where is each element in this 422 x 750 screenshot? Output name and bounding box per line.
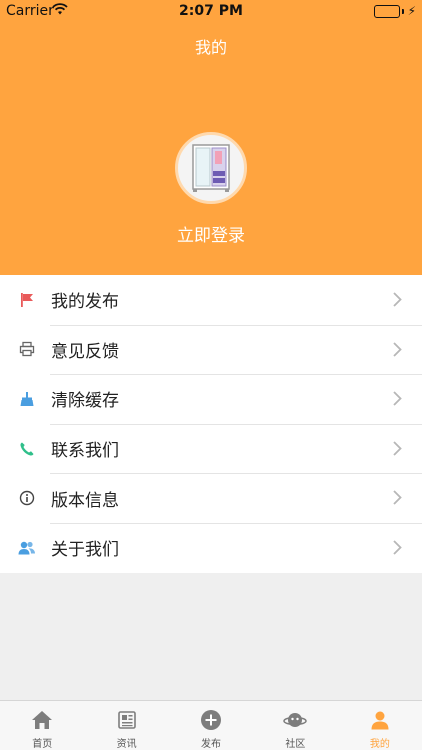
settings-menu: 我的发布 意见反馈 清除缓存 联系我们 版本信息 关于我们 [0,275,422,573]
news-icon [115,709,139,731]
chevron-right-icon [393,341,402,361]
battery-icon: ⚡ [373,4,416,18]
login-button[interactable]: 立即登录 [0,221,422,246]
planet-icon [283,709,308,731]
broom-icon [18,390,36,408]
menu-item-version-info[interactable]: 版本信息 [0,473,422,523]
status-time: 2:07 PM [179,3,243,19]
plus-icon [199,709,223,731]
tab-bar: 首页 资讯 发布 社区 我的 [0,700,422,750]
menu-item-label: 我的发布 [51,292,119,313]
home-icon [30,709,54,731]
page-title: 我的 [194,38,227,57]
person-icon [368,709,392,731]
menu-item-label: 联系我们 [51,441,119,462]
wardrobe-icon [192,144,230,192]
info-icon [18,489,36,507]
tab-community[interactable]: 社区 [253,701,337,750]
tab-mine[interactable]: 我的 [338,701,422,750]
menu-item-label: 意见反馈 [51,341,119,362]
menu-item-label: 版本信息 [51,490,119,511]
tab-label: 首页 [32,739,53,750]
tab-label: 社区 [285,739,306,750]
chevron-right-icon [393,490,402,509]
chevron-right-icon [393,292,402,311]
tab-label: 我的 [369,739,390,750]
flag-icon [18,291,36,309]
menu-item-feedback[interactable]: 意见反馈 [0,324,422,375]
tab-label: 发布 [201,739,222,750]
users-icon [18,539,36,557]
menu-item-label: 关于我们 [51,540,119,561]
tab-news[interactable]: 资讯 [84,701,168,750]
menu-item-contact-us[interactable]: 联系我们 [0,423,422,474]
phone-icon [18,440,36,458]
menu-item-my-posts[interactable]: 我的发布 [0,275,422,325]
menu-item-clear-cache[interactable]: 清除缓存 [0,374,422,424]
chevron-right-icon [393,441,402,460]
tab-label: 资讯 [116,739,137,750]
avatar[interactable] [175,132,247,204]
menu-item-label: 清除缓存 [51,391,119,412]
printer-icon [18,340,36,358]
tab-publish[interactable]: 发布 [169,701,253,750]
chevron-right-icon [393,540,402,559]
tab-home[interactable]: 首页 [0,701,84,750]
chevron-right-icon [393,391,402,410]
profile-header: 我的 立即登录 [0,22,422,275]
status-bar: Carrier 2:07 PM ⚡ [0,0,422,22]
menu-item-about-us[interactable]: 关于我们 [0,522,422,573]
